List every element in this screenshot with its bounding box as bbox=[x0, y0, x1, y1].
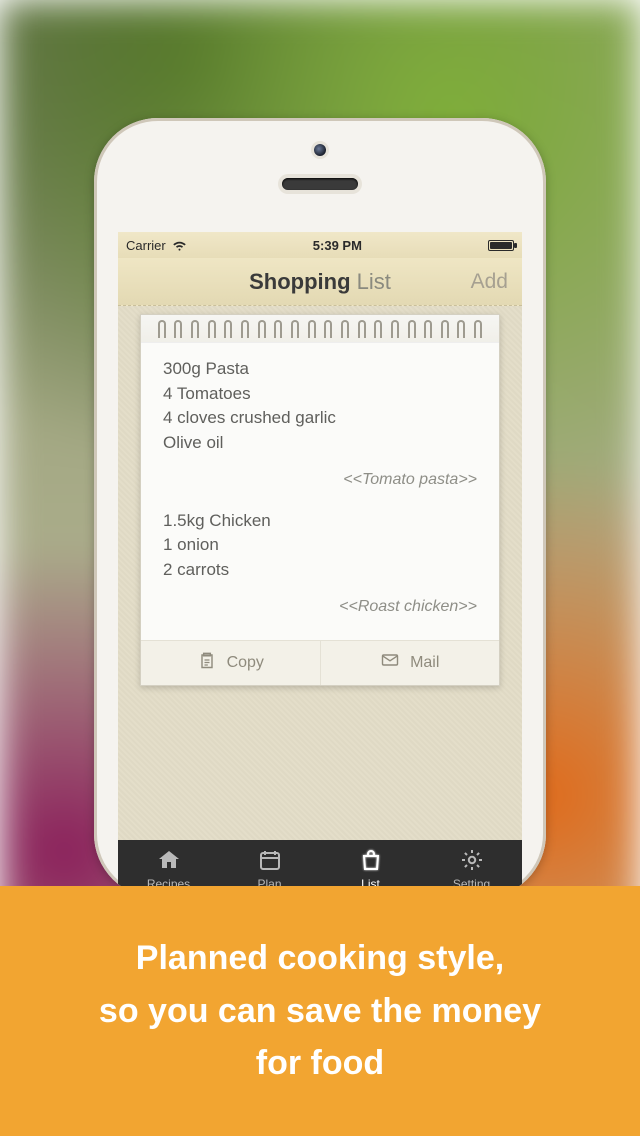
status-bar: Carrier 5:39 PM bbox=[118, 232, 522, 258]
clipboard-icon bbox=[197, 650, 217, 675]
phone-frame: Carrier 5:39 PM Shopping List Add bbox=[94, 118, 546, 898]
phone-camera bbox=[314, 144, 326, 156]
list-item[interactable]: 1.5kg Chicken bbox=[163, 509, 477, 534]
list-item[interactable]: 2 carrots bbox=[163, 558, 477, 583]
list-item[interactable]: 4 cloves crushed garlic bbox=[163, 406, 477, 431]
notepad-actions: Copy Mail bbox=[141, 640, 499, 685]
shopping-notepad: 300g Pasta 4 Tomatoes 4 cloves crushed g… bbox=[140, 314, 500, 686]
list-group: 1.5kg Chicken 1 onion 2 carrots <<Roast … bbox=[163, 509, 477, 618]
list-item[interactable]: 1 onion bbox=[163, 533, 477, 558]
recipe-tag: <<Roast chicken>> bbox=[163, 595, 477, 618]
banner-line: so you can save the money bbox=[99, 985, 541, 1038]
copy-label: Copy bbox=[227, 654, 264, 672]
app-screen: Carrier 5:39 PM Shopping List Add bbox=[118, 232, 522, 898]
list-item[interactable]: 4 Tomatoes bbox=[163, 382, 477, 407]
wifi-icon bbox=[172, 237, 187, 254]
gear-icon bbox=[459, 848, 485, 875]
banner-line: for food bbox=[99, 1037, 541, 1090]
navigation-bar: Shopping List Add bbox=[118, 258, 522, 306]
list-group: 300g Pasta 4 Tomatoes 4 cloves crushed g… bbox=[163, 357, 477, 491]
status-time: 5:39 PM bbox=[313, 238, 362, 253]
notepad-spiral bbox=[141, 315, 499, 343]
carrier-label: Carrier bbox=[126, 238, 166, 253]
list-item[interactable]: Olive oil bbox=[163, 431, 477, 456]
calendar-icon bbox=[257, 848, 283, 875]
recipe-tag: <<Tomato pasta>> bbox=[163, 468, 477, 491]
add-button[interactable]: Add bbox=[471, 258, 508, 305]
bag-icon bbox=[358, 848, 384, 875]
home-icon bbox=[156, 848, 182, 875]
page-title: Shopping List bbox=[249, 269, 391, 295]
list-item[interactable]: 300g Pasta bbox=[163, 357, 477, 382]
phone-speaker bbox=[282, 178, 358, 190]
copy-button[interactable]: Copy bbox=[141, 641, 321, 685]
mail-icon bbox=[380, 650, 400, 675]
promo-banner: Planned cooking style, so you can save t… bbox=[0, 886, 640, 1136]
mail-label: Mail bbox=[410, 654, 439, 672]
content-area: 300g Pasta 4 Tomatoes 4 cloves crushed g… bbox=[118, 306, 522, 840]
notepad-body: 300g Pasta 4 Tomatoes 4 cloves crushed g… bbox=[141, 343, 499, 640]
battery-icon bbox=[488, 240, 514, 251]
mail-button[interactable]: Mail bbox=[321, 641, 500, 685]
banner-line: Planned cooking style, bbox=[99, 932, 541, 985]
